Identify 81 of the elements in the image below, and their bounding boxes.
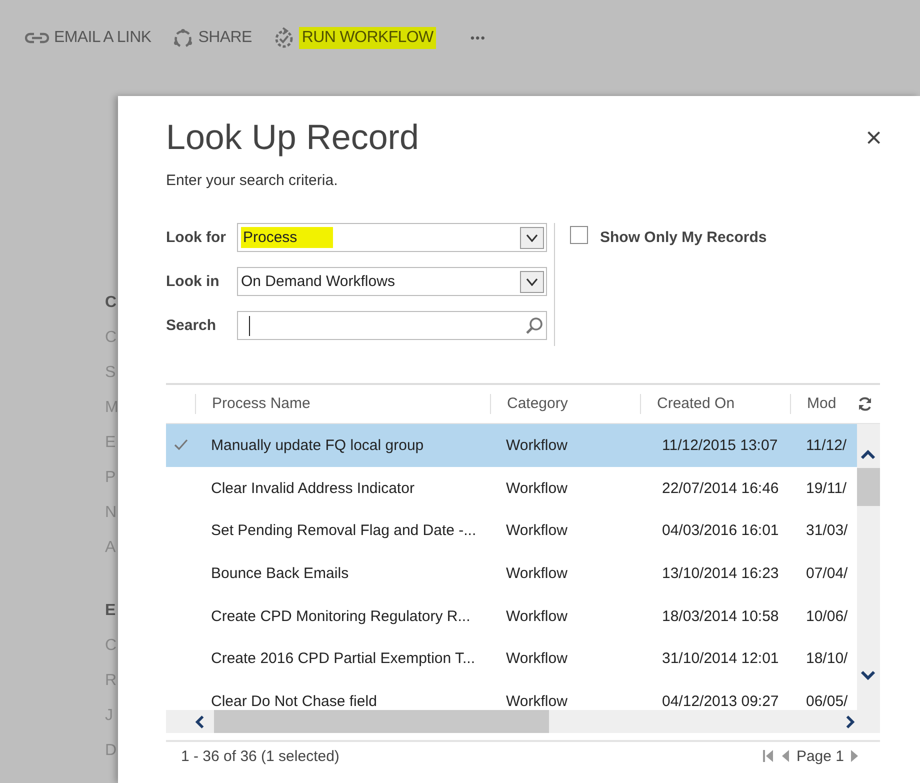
- scroll-thumb[interactable]: [857, 468, 880, 506]
- checkbox-label: Show Only My Records: [600, 229, 767, 246]
- table-row[interactable]: Set Pending Removal Flag and Date -... Workflow 04/03/2016 16:01 31/03/: [166, 509, 857, 552]
- table-cell-text: 04/12/2013 09:27: [661, 692, 780, 710]
- close-button[interactable]: ×: [866, 124, 882, 152]
- previous-page-button[interactable]: [780, 749, 790, 763]
- table-cell-text: 10/06/: [805, 608, 849, 625]
- search-icon: [524, 316, 544, 336]
- share-icon: [173, 28, 194, 48]
- next-page-button[interactable]: [850, 749, 860, 763]
- highlighted-label: SHARE: [198, 28, 252, 46]
- toolbar-button[interactable]: RUN WORKFLOW: [274, 26, 436, 48]
- section-heading: C: [104, 293, 118, 313]
- table-cell-text: 11/12/: [805, 436, 848, 454]
- table-row[interactable]: Bounce Back Emails Workflow 13/10/2014 16:23 07/04/: [166, 552, 857, 595]
- record-count: 1 - 36 of 36 (1 selected): [181, 748, 340, 764]
- table-cell-text: Workflow: [505, 650, 568, 668]
- table-cell-text: Workflow: [505, 522, 568, 540]
- table-cell-text: Clear Do Not Chase field: [210, 692, 378, 710]
- dropdown-field[interactable]: On Demand Workflows: [237, 267, 547, 296]
- dialog-subtitle: Enter your search criteria.: [166, 172, 339, 189]
- horizontal-scrollbar[interactable]: [166, 710, 880, 733]
- first-page-button[interactable]: [762, 749, 774, 763]
- table-row[interactable]: Clear Do Not Chase field Workflow 04/12/2013 09:27 06/05/: [166, 680, 857, 710]
- search-field[interactable]: [237, 311, 547, 340]
- table-cell-text: Bounce Back Emails: [210, 564, 350, 582]
- first-page-icon: [762, 749, 774, 763]
- table-cell-text: Workflow: [505, 564, 568, 582]
- table-cell-text: Clear Invalid Address Indicator: [210, 480, 416, 497]
- dialog-title: Look Up Record: [166, 117, 419, 159]
- table-cell-text: Create CPD Monitoring Regulatory R...: [210, 608, 472, 625]
- field-label: Search: [166, 317, 218, 334]
- previous-page-icon: [780, 749, 790, 763]
- column-header[interactable]: Created On: [640, 394, 790, 414]
- gear-check-icon: [274, 26, 294, 48]
- table-cell-text: Manually update FQ local group: [210, 436, 425, 454]
- highlighted-label: EMAIL A LINK: [54, 28, 152, 46]
- table-cell-text: Create 2016 CPD Partial Exemption T...: [210, 650, 476, 668]
- field-label: Look for: [166, 229, 227, 246]
- table-cell-text: 13/10/2014 16:23: [661, 564, 780, 582]
- table-cell-text: Workflow: [505, 436, 568, 454]
- refresh-icon[interactable]: [857, 396, 873, 412]
- table-row[interactable]: Create CPD Monitoring Regulatory R... Workflow 18/03/2014 10:58 10/06/: [166, 594, 857, 638]
- table-row[interactable]: Manually update FQ local group Workflow 11/12/2015 13:07 11/12/: [166, 424, 857, 467]
- highlighted-label: RUN WORKFLOW: [298, 26, 436, 48]
- dropdown-caret-icon: [520, 270, 544, 292]
- section-heading: E: [104, 601, 117, 621]
- dropdown-field[interactable]: Process: [237, 223, 547, 252]
- table-cell-text: 07/04/: [805, 564, 849, 582]
- table-cell-text: 18/03/2014 10:58: [661, 608, 780, 625]
- table-cell-text: 31/10/2014 12:01: [661, 650, 780, 668]
- link-icon: [25, 32, 49, 44]
- field-label: Look in: [166, 273, 220, 290]
- table-cell-text: Workflow: [505, 692, 568, 710]
- check-icon: [174, 439, 188, 452]
- dropdown-caret-icon: [520, 226, 544, 248]
- table-row[interactable]: Clear Invalid Address Indicator Workflow 22/07/2014 16:46 19/11/: [166, 466, 857, 510]
- scroll-thumb[interactable]: [214, 710, 549, 733]
- table-cell-text: Workflow: [505, 608, 568, 625]
- more-button[interactable]: •••: [470, 30, 486, 44]
- table-cell-text: 04/03/2016 16:01: [661, 522, 780, 540]
- toolbar-button[interactable]: EMAIL A LINK: [25, 28, 152, 46]
- column-header[interactable]: Process Name: [195, 394, 490, 414]
- table-cell-text: 22/07/2014 16:46: [661, 480, 780, 497]
- dropdown-value: On Demand Workflows: [241, 273, 395, 290]
- page-label: Page 1: [796, 748, 844, 764]
- table-cell-text: 11/12/2015 13:07: [661, 436, 779, 454]
- table-cell-text: 18/10/: [805, 650, 849, 668]
- table-cell-text: 19/11/: [805, 480, 848, 497]
- dropdown-value: Process: [241, 227, 334, 248]
- next-page-icon: [850, 749, 860, 763]
- vertical-scrollbar[interactable]: [857, 424, 880, 710]
- column-header[interactable]: Mod: [790, 394, 857, 414]
- table-cell-text: 06/05/: [805, 692, 849, 710]
- table-row[interactable]: Create 2016 CPD Partial Exemption T... Workflow 31/10/2014 12:01 18/10/: [166, 637, 857, 680]
- table-cell-text: 31/03/: [805, 522, 849, 540]
- checkbox[interactable]: [570, 226, 588, 244]
- table-cell-text: Set Pending Removal Flag and Date -...: [210, 522, 478, 540]
- toolbar-button[interactable]: SHARE: [173, 28, 252, 48]
- column-header[interactable]: Category: [490, 394, 640, 414]
- table-cell-text: Workflow: [505, 480, 568, 497]
